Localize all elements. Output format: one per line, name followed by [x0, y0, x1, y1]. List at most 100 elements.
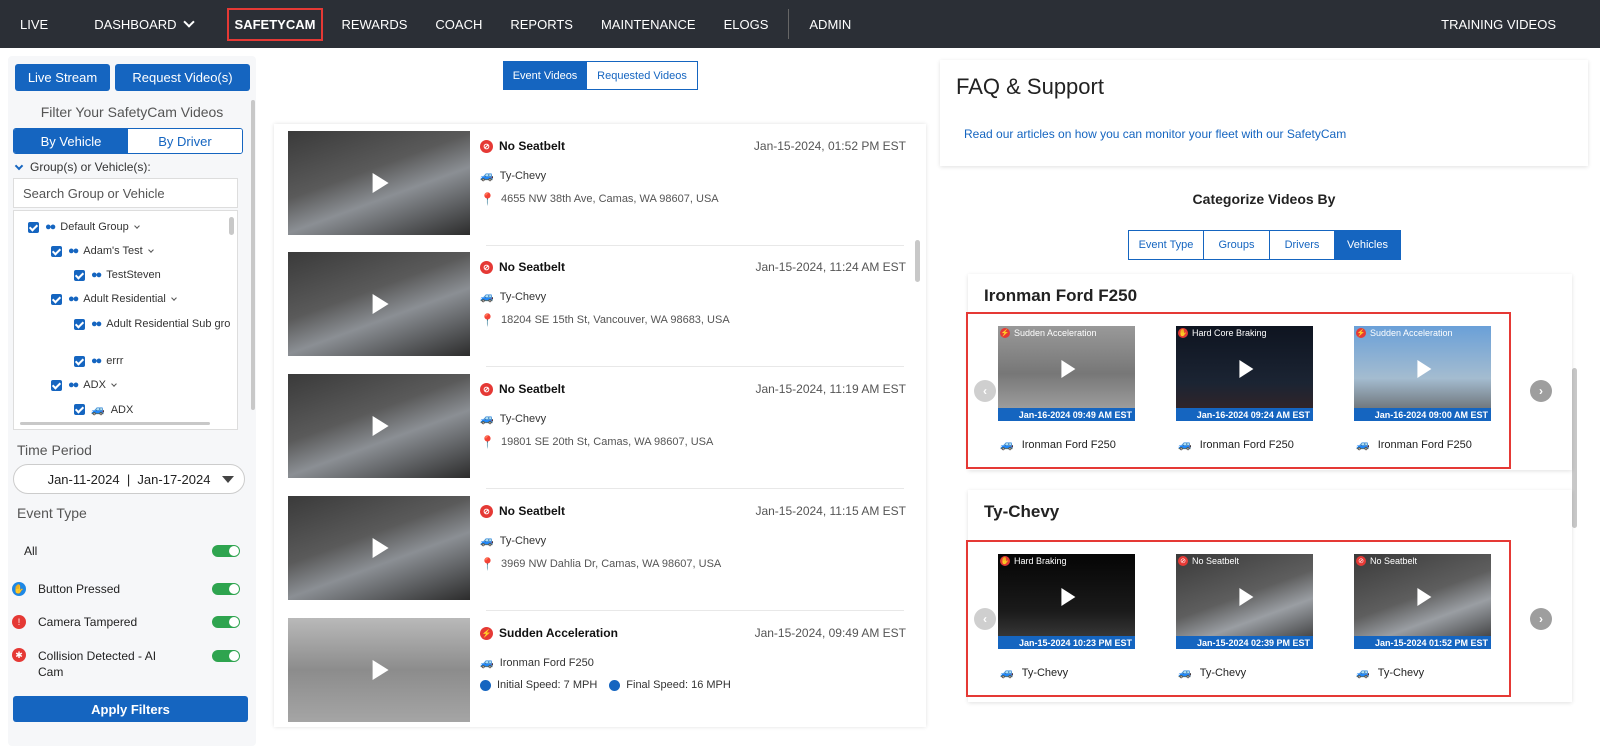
tab-requested-videos[interactable]: Requested Videos: [587, 61, 698, 90]
by-vehicle-tab[interactable]: By Vehicle: [14, 129, 128, 153]
nav-training-videos[interactable]: TRAINING VIDEOS: [1427, 0, 1600, 48]
play-icon[interactable]: [372, 660, 389, 680]
toggle-switch[interactable]: [212, 650, 240, 662]
video-list-item[interactable]: ⊘ No Seatbelt Jan-15-2024, 01:52 PM EST 🚙…: [288, 131, 914, 246]
tab-event-type[interactable]: Event Type: [1128, 230, 1204, 260]
video-thumbnail[interactable]: [288, 618, 470, 722]
nav-reports[interactable]: REPORTS: [496, 0, 587, 48]
checkbox[interactable]: [51, 293, 62, 305]
video-thumbnail[interactable]: [288, 374, 470, 478]
faq-link[interactable]: Read our articles on how you can monitor…: [964, 127, 1346, 141]
chevron-right-icon[interactable]: ›: [1530, 608, 1552, 630]
video-thumbnail[interactable]: [288, 252, 470, 356]
nav-live[interactable]: LIVE: [0, 0, 62, 48]
no-seatbelt-icon: ⊘: [1356, 556, 1366, 566]
video-date: Jan-16-2024 09:49 AM EST: [998, 408, 1135, 421]
video-date: Jan-16-2024 09:00 AM EST: [1354, 408, 1491, 421]
nav-coach[interactable]: COACH: [421, 0, 496, 48]
chevron-left-icon[interactable]: ‹: [974, 608, 996, 630]
video-date: Jan-15-2024 10:23 PM EST: [998, 636, 1135, 649]
tree-horizontal-scrollbar[interactable]: [20, 422, 210, 425]
video-date: Jan-15-2024, 01:52 PM EST: [753, 139, 906, 153]
time-period-dropdown[interactable]: Jan-11-2024 | Jan-17-2024: [13, 464, 245, 494]
video-list-item[interactable]: ⊘ No Seatbelt Jan-15-2024, 11:15 AM EST 🚙…: [288, 496, 914, 611]
checkbox[interactable]: [28, 221, 39, 233]
nav-dashboard[interactable]: DASHBOARD: [62, 0, 206, 48]
toggle-switch[interactable]: [212, 545, 240, 557]
chevron-down-icon[interactable]: [133, 223, 140, 229]
video-vehicle-label: Ty-Chevy: [499, 169, 547, 182]
group-label[interactable]: Group(s) or Vehicle(s):: [14, 160, 151, 174]
chevron-down-icon[interactable]: [111, 381, 117, 387]
play-icon[interactable]: [1238, 587, 1253, 606]
tree-scrollbar[interactable]: [229, 217, 234, 235]
live-stream-button[interactable]: Live Stream: [15, 64, 110, 91]
chevron-right-icon[interactable]: ›: [1530, 380, 1552, 402]
play-icon[interactable]: [1060, 587, 1075, 606]
play-icon[interactable]: [1416, 587, 1431, 606]
carousel-video-thumbnail[interactable]: ⊘ No Seatbelt Jan-15-2024 02:39 PM EST: [1176, 554, 1313, 649]
vehicle-label: Ty-Chevy: [1377, 666, 1425, 679]
play-icon[interactable]: [1060, 359, 1075, 378]
chevron-down-icon[interactable]: [171, 295, 177, 301]
play-icon[interactable]: [1238, 359, 1253, 378]
video-list-item[interactable]: ⚡ Sudden Acceleration Jan-15-2024, 09:49 …: [288, 618, 914, 722]
nav-admin[interactable]: ADMIN: [795, 0, 865, 48]
play-icon[interactable]: [372, 173, 389, 193]
nav-elogs[interactable]: ELOGS: [710, 0, 783, 48]
video-thumbnail[interactable]: [288, 496, 470, 600]
right-panel-scrollbar[interactable]: [1572, 368, 1577, 528]
carousel-video-vehicle: 🚙 Ty-Chevy: [1178, 666, 1246, 680]
nav-safetycam[interactable]: SAFETYCAM: [207, 0, 328, 48]
vehicle-label: Ironman Ford F250: [1021, 438, 1116, 451]
tab-vehicles[interactable]: Vehicles: [1335, 230, 1401, 260]
toggle-switch[interactable]: [212, 616, 240, 628]
carousel-video-thumbnail[interactable]: ✋ Hard Braking Jan-15-2024 10:23 PM EST: [998, 554, 1135, 649]
tree-item[interactable]: ●● Default Group: [28, 221, 140, 233]
video-list-item[interactable]: ⊘ No Seatbelt Jan-15-2024, 11:24 AM EST 🚙…: [288, 252, 914, 367]
checkbox[interactable]: [51, 245, 62, 257]
checkbox[interactable]: [74, 318, 85, 330]
apply-filters-button[interactable]: Apply Filters: [13, 696, 248, 722]
tree-item[interactable]: ●● TestSteven: [74, 269, 161, 281]
play-icon[interactable]: [372, 538, 389, 558]
play-icon[interactable]: [372, 416, 389, 436]
checkbox[interactable]: [74, 355, 85, 367]
chevron-down-icon[interactable]: [147, 247, 154, 253]
tree-item[interactable]: ●● Adult Residential Sub gro: [74, 318, 230, 330]
sidebar-scrollbar[interactable]: [251, 100, 255, 410]
video-date: Jan-15-2024 02:39 PM EST: [1176, 636, 1313, 649]
tree-item[interactable]: ●● Adam's Test: [51, 245, 154, 257]
checkbox[interactable]: [74, 269, 85, 281]
play-icon[interactable]: [1416, 359, 1431, 378]
tab-event-videos[interactable]: Event Videos: [503, 61, 587, 90]
request-video-button[interactable]: Request Video(s): [115, 64, 250, 91]
divider: [486, 366, 904, 367]
video-list-item[interactable]: ⊘ No Seatbelt Jan-15-2024, 11:19 AM EST 🚙…: [288, 374, 914, 489]
tree-item[interactable]: ●● Adult Residential: [51, 293, 177, 305]
tree-item[interactable]: 🚙 ADX: [74, 403, 133, 416]
vehicle-label: Ty-Chevy: [1021, 666, 1069, 679]
carousel-video-thumbnail[interactable]: ⊘ No Seatbelt Jan-15-2024 01:52 PM EST: [1354, 554, 1491, 649]
toggle-switch[interactable]: [212, 583, 240, 595]
tree-item[interactable]: ●● ADX: [51, 379, 117, 391]
tree-item[interactable]: ●● errr: [74, 355, 123, 367]
video-list-scrollbar[interactable]: [915, 240, 920, 282]
search-group-input[interactable]: Search Group or Vehicle: [13, 178, 238, 208]
car-icon: 🚙: [1178, 439, 1192, 451]
carousel-video-thumbnail[interactable]: ⚡ Sudden Acceleration Jan-16-2024 09:00 A…: [1354, 326, 1491, 421]
carousel-video-thumbnail[interactable]: ⚡ Sudden Acceleration Jan-16-2024 09:49 A…: [998, 326, 1135, 421]
video-thumbnail[interactable]: [288, 131, 470, 235]
event-tag-label: No Seatbelt: [1370, 556, 1418, 566]
by-driver-tab[interactable]: By Driver: [128, 129, 242, 153]
group-tree: ●● Default Group ●● Adam's Test ●● TestS…: [13, 210, 238, 430]
nav-maintenance[interactable]: MAINTENANCE: [587, 0, 710, 48]
chevron-left-icon[interactable]: ‹: [974, 380, 996, 402]
checkbox[interactable]: [51, 379, 62, 391]
nav-rewards[interactable]: REWARDS: [327, 0, 421, 48]
checkbox[interactable]: [74, 404, 85, 415]
play-icon[interactable]: [372, 294, 389, 314]
tab-groups[interactable]: Groups: [1204, 230, 1270, 260]
carousel-video-thumbnail[interactable]: ✋ Hard Core Braking Jan-16-2024 09:24 AM …: [1176, 326, 1313, 421]
tab-drivers[interactable]: Drivers: [1270, 230, 1335, 260]
